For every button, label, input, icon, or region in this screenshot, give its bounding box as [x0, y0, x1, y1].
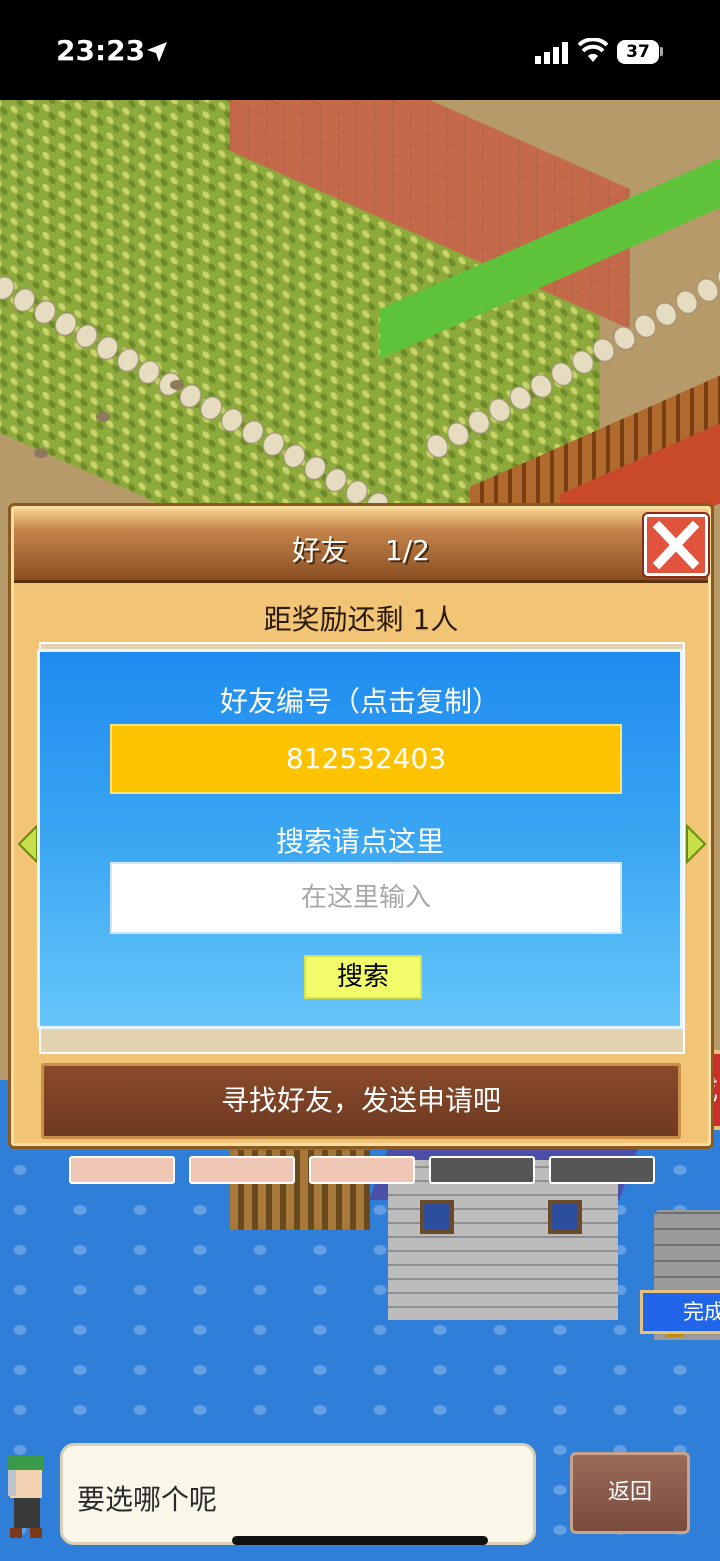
- dialog-title: 好友 1/2: [292, 534, 430, 567]
- dialog-header: 好友 1/2: [14, 509, 708, 583]
- friend-card[interactable]: [69, 1156, 175, 1184]
- search-label: 搜索请点这里: [275, 825, 444, 858]
- friend-card[interactable]: [309, 1156, 415, 1184]
- status-time: 23:23: [56, 34, 146, 67]
- reward-remaining-text: 距奖励还剩 1人: [263, 603, 459, 636]
- battery-icon: 37: [617, 40, 659, 64]
- battery-cap: [660, 47, 663, 56]
- chat-bubble: 要选哪个呢: [60, 1443, 536, 1545]
- friend-search-panel: 好友编号（点击复制） 812532403 搜索请点这里 搜索: [37, 649, 683, 1029]
- house-window: [420, 1200, 454, 1234]
- friend-card-empty: [549, 1156, 655, 1184]
- find-friend-button[interactable]: 寻找好友，发送申请吧: [41, 1063, 681, 1139]
- pebble: [96, 412, 110, 422]
- side-complete-button[interactable]: 完成: [640, 1290, 720, 1334]
- search-button[interactable]: 搜索: [304, 955, 422, 999]
- home-indicator[interactable]: [232, 1536, 488, 1545]
- arrow-left-icon[interactable]: [17, 824, 39, 864]
- pebble: [170, 380, 184, 390]
- stone-house: [388, 1160, 618, 1320]
- pebble: [34, 448, 48, 458]
- chat-text: 要选哪个呢: [77, 1483, 218, 1516]
- house-window: [548, 1200, 582, 1234]
- back-button[interactable]: 返回: [570, 1452, 690, 1534]
- friend-id-label: 好友编号（点击复制）: [219, 685, 500, 718]
- status-bar: 23:23 37: [0, 0, 720, 100]
- signal-icon: [535, 42, 568, 64]
- wifi-icon: [578, 38, 608, 62]
- arrow-right-icon[interactable]: [685, 824, 707, 864]
- close-button[interactable]: [644, 514, 708, 576]
- close-icon: [652, 520, 700, 570]
- location-arrow-icon: [147, 42, 167, 62]
- friend-card-empty: [429, 1156, 535, 1184]
- avatar: [8, 1456, 44, 1538]
- friend-id-copy-field[interactable]: 812532403: [110, 724, 622, 794]
- friend-card[interactable]: [189, 1156, 295, 1184]
- friend-search-input[interactable]: [110, 862, 622, 934]
